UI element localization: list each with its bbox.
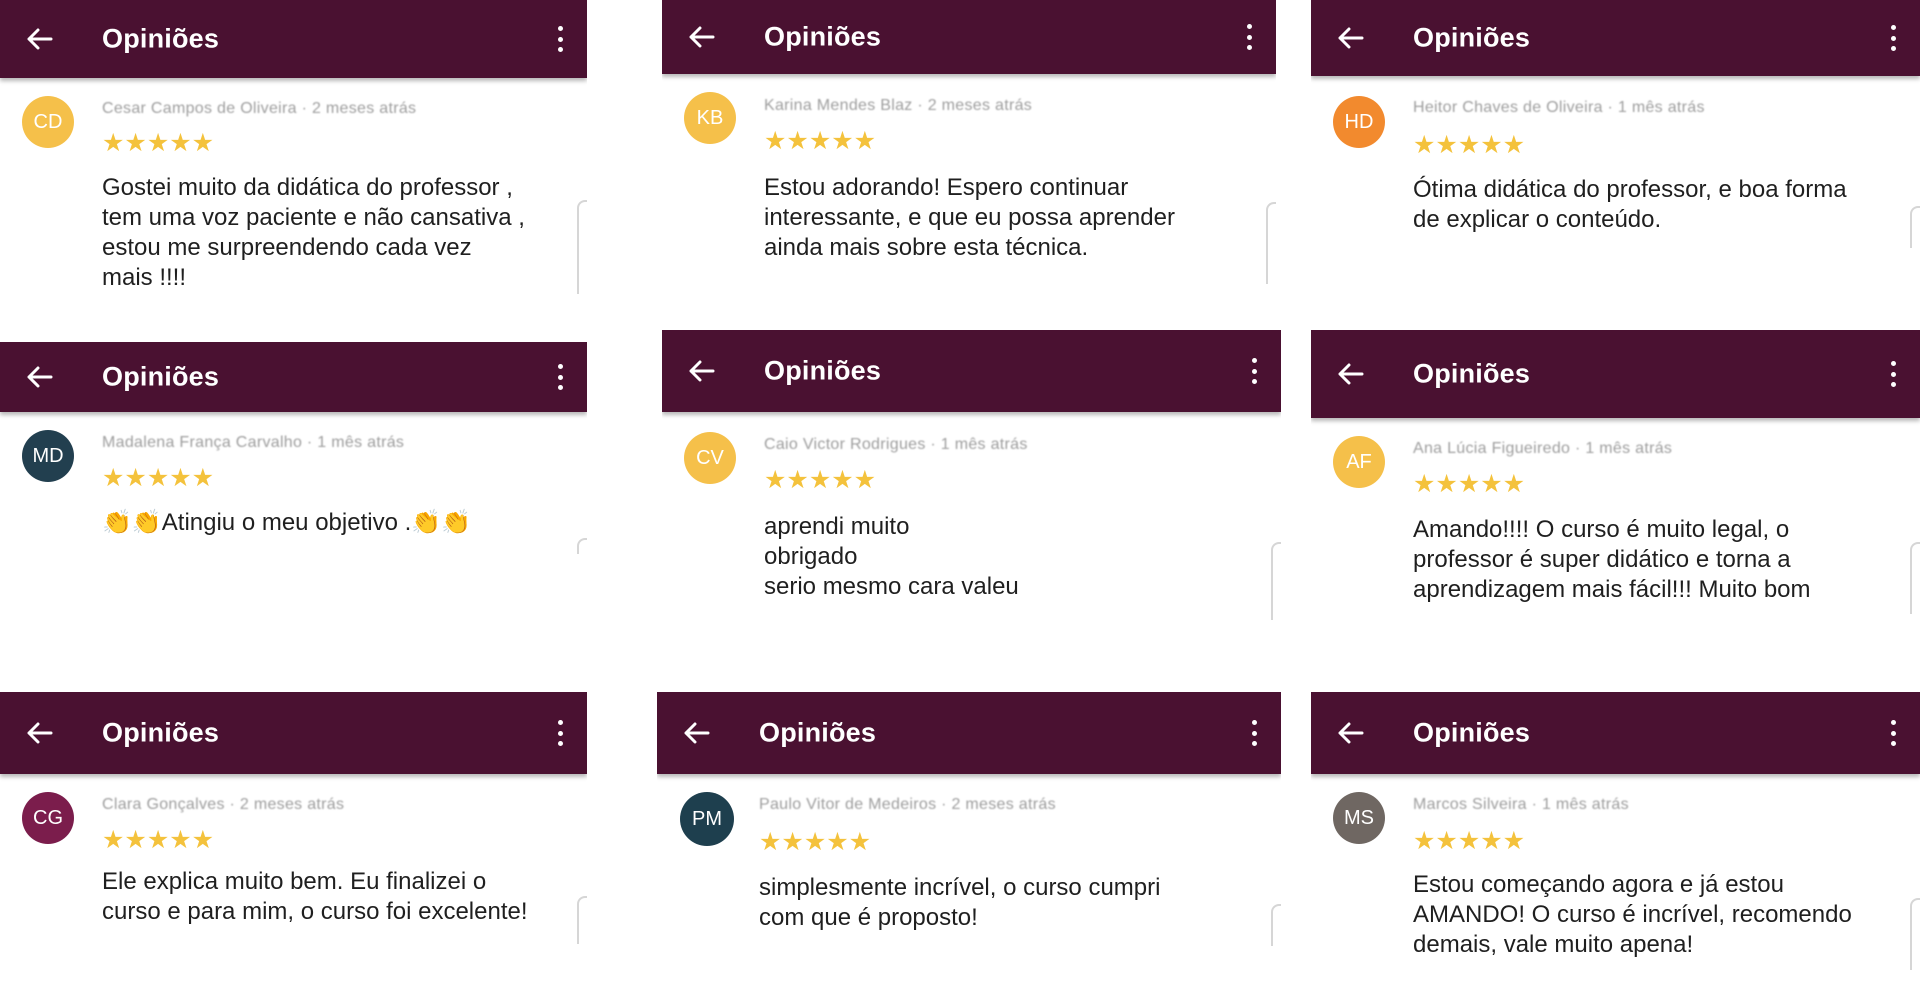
avatar: AF	[1333, 436, 1385, 488]
scrollbar[interactable]	[1266, 202, 1276, 284]
avatar: CD	[22, 96, 74, 148]
arrow-left-icon[interactable]	[26, 363, 54, 391]
more-vertical-icon[interactable]	[555, 26, 565, 52]
review-card: Opiniões HD Heitor Chaves de Oliveira · …	[1311, 0, 1920, 300]
more-vertical-icon[interactable]	[1249, 358, 1259, 384]
review-text: Ótima didática do professor, e boa forma…	[1413, 176, 1847, 233]
app-bar: Opiniões	[0, 342, 587, 412]
star-rating: ★★★★★	[764, 466, 877, 494]
app-bar: Opiniões	[1311, 0, 1920, 76]
avatar: MD	[22, 430, 74, 482]
review-text: Gostei muito da didática do professor , …	[102, 174, 525, 291]
page-title: Opiniões	[759, 717, 877, 748]
app-bar: Opiniões	[1311, 330, 1920, 418]
review-card: Opiniões MD Madalena França Carvalho · 1…	[0, 342, 587, 642]
app-bar: Opiniões	[662, 330, 1281, 412]
arrow-left-icon[interactable]	[26, 25, 54, 53]
avatar: MS	[1333, 792, 1385, 844]
review-text: Ele explica muito bem. Eu finalizei o cu…	[102, 868, 528, 925]
page-title: Opiniões	[1413, 358, 1531, 389]
page-title: Opiniões	[102, 717, 220, 748]
avatar: CG	[22, 792, 74, 844]
arrow-left-icon[interactable]	[688, 357, 716, 385]
page-title: Opiniões	[1413, 717, 1531, 748]
arrow-left-icon[interactable]	[688, 23, 716, 51]
avatar: HD	[1333, 96, 1385, 148]
review-card: Opiniões AF Ana Lúcia Figueiredo · 1 mês…	[1311, 330, 1920, 650]
more-vertical-icon[interactable]	[555, 720, 565, 746]
page-title: Opiniões	[764, 355, 882, 386]
review-text: simplesmente incrível, o curso cumpri co…	[759, 874, 1161, 931]
app-bar: Opiniões	[0, 692, 587, 774]
app-bar: Opiniões	[662, 0, 1276, 74]
page-title: Opiniões	[764, 21, 882, 52]
avatar: KB	[684, 92, 736, 144]
arrow-left-icon[interactable]	[26, 719, 54, 747]
star-rating: ★★★★★	[764, 127, 877, 155]
app-bar: Opiniões	[657, 692, 1281, 774]
review-text: 👏👏Atingiu o meu objetivo .👏👏	[102, 509, 472, 536]
scrollbar[interactable]	[1271, 542, 1281, 620]
star-rating: ★★★★★	[1413, 131, 1526, 159]
avatar: PM	[680, 792, 734, 846]
scrollbar[interactable]	[1910, 898, 1920, 970]
more-vertical-icon[interactable]	[1888, 361, 1898, 387]
star-rating: ★★★★★	[1413, 827, 1526, 855]
review-card: Opiniões PM Paulo Vitor de Medeiros · 2 …	[657, 692, 1281, 995]
review-card: Opiniões CG Clara Gonçalves · 2 meses at…	[0, 692, 587, 995]
app-bar: Opiniões	[0, 0, 587, 78]
more-vertical-icon[interactable]	[1888, 25, 1898, 51]
reviewer-name: Paulo Vitor de Medeiros · 2 meses atrás	[759, 796, 1056, 813]
reviewer-name: Ana Lúcia Figueiredo · 1 mês atrás	[1413, 440, 1673, 457]
review-text: Amando!!!! O curso é muito legal, o prof…	[1413, 516, 1811, 603]
star-rating: ★★★★★	[759, 828, 872, 856]
page-title: Opiniões	[1413, 22, 1531, 53]
reviewer-name: Caio Victor Rodrigues · 1 mês atrás	[764, 436, 1028, 453]
page-title: Opiniões	[102, 361, 220, 392]
reviewer-name: Cesar Campos de Oliveira · 2 meses atrás	[102, 100, 417, 117]
scrollbar[interactable]	[577, 896, 587, 944]
star-rating: ★★★★★	[102, 464, 215, 492]
review-card: Opiniões CD Cesar Campos de Oliveira · 2…	[0, 0, 587, 300]
more-vertical-icon[interactable]	[555, 364, 565, 390]
scrollbar[interactable]	[1910, 206, 1920, 248]
arrow-left-icon[interactable]	[683, 719, 711, 747]
reviewer-name: Marcos Silveira · 1 mês atrás	[1413, 796, 1629, 813]
arrow-left-icon[interactable]	[1337, 719, 1365, 747]
scrollbar[interactable]	[1910, 542, 1920, 614]
more-vertical-icon[interactable]	[1888, 720, 1898, 746]
star-rating: ★★★★★	[1413, 470, 1526, 498]
avatar: CV	[684, 432, 736, 484]
review-text: Estou adorando! Espero continuar interes…	[764, 174, 1175, 261]
page-title: Opiniões	[102, 23, 220, 54]
more-vertical-icon[interactable]	[1249, 720, 1259, 746]
scrollbar[interactable]	[577, 200, 587, 294]
scrollbar[interactable]	[1271, 904, 1281, 946]
review-text: Estou começando agora e já estou AMANDO!…	[1413, 871, 1852, 958]
more-vertical-icon[interactable]	[1244, 24, 1254, 50]
review-card: Opiniões CV Caio Victor Rodrigues · 1 mê…	[662, 330, 1281, 650]
reviewer-name: Madalena França Carvalho · 1 mês atrás	[102, 434, 405, 451]
reviewer-name: Karina Mendes Blaz · 2 meses atrás	[764, 97, 1033, 114]
scrollbar[interactable]	[577, 538, 587, 554]
reviewer-name: Heitor Chaves de Oliveira · 1 mês atrás	[1413, 99, 1705, 116]
star-rating: ★★★★★	[102, 826, 215, 854]
arrow-left-icon[interactable]	[1337, 360, 1365, 388]
review-card: Opiniões MS Marcos Silveira · 1 mês atrá…	[1311, 692, 1920, 995]
review-card: Opiniões KB Karina Mendes Blaz · 2 meses…	[662, 0, 1276, 300]
arrow-left-icon[interactable]	[1337, 24, 1365, 52]
review-text: aprendi muito obrigado serio mesmo cara …	[764, 513, 1019, 600]
app-bar: Opiniões	[1311, 692, 1920, 774]
reviewer-name: Clara Gonçalves · 2 meses atrás	[102, 796, 345, 813]
star-rating: ★★★★★	[102, 129, 215, 157]
